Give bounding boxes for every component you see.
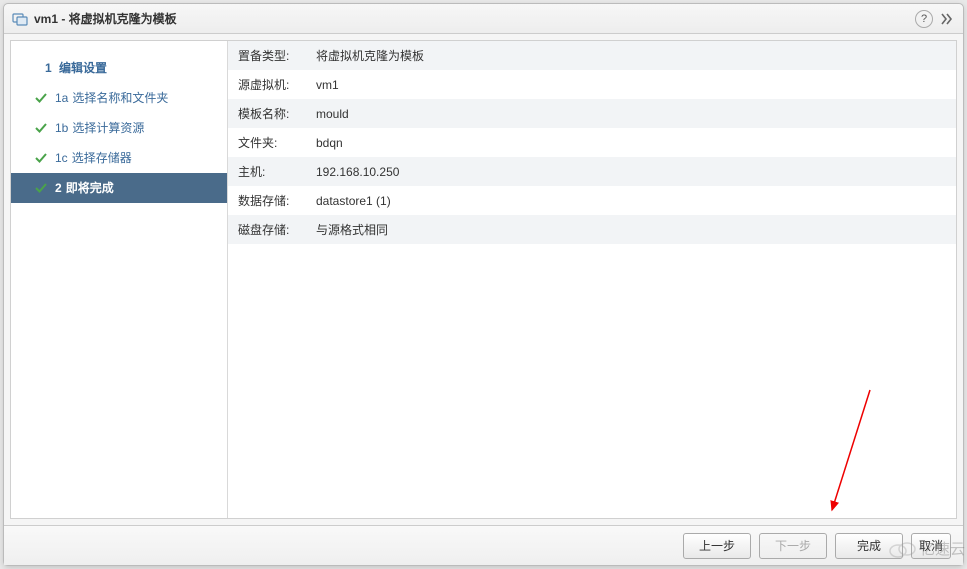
table-row: 模板名称:mould bbox=[228, 99, 956, 128]
table-row: 磁盘存储:与源格式相同 bbox=[228, 215, 956, 244]
step-label: 即将完成 bbox=[66, 177, 114, 199]
step-label: 选择存储器 bbox=[72, 147, 132, 169]
step-1a[interactable]: 1a 选择名称和文件夹 bbox=[11, 83, 227, 113]
summary-value: vm1 bbox=[306, 70, 956, 99]
finish-button[interactable]: 完成 bbox=[835, 533, 903, 559]
step-label: 选择名称和文件夹 bbox=[72, 87, 168, 109]
check-icon bbox=[33, 90, 49, 106]
step-2-active[interactable]: 2 即将完成 bbox=[11, 173, 227, 203]
summary-value: 将虚拟机克隆为模板 bbox=[306, 41, 956, 70]
table-row: 文件夹:bdqn bbox=[228, 128, 956, 157]
check-icon bbox=[33, 150, 49, 166]
summary-value: bdqn bbox=[306, 128, 956, 157]
step-num: 2 bbox=[55, 177, 62, 199]
summary-value: mould bbox=[306, 99, 956, 128]
expand-icon[interactable] bbox=[937, 10, 955, 28]
titlebar: vm1 - 将虚拟机克隆为模板 ? bbox=[4, 4, 963, 34]
next-button: 下一步 bbox=[759, 533, 827, 559]
summary-key: 数据存储: bbox=[228, 186, 306, 215]
step-num: 1a bbox=[55, 87, 68, 109]
summary-table: 置备类型:将虚拟机克隆为模板源虚拟机:vm1模板名称:mould文件夹:bdqn… bbox=[228, 41, 956, 244]
dialog-body: 1 编辑设置 1a 选择名称和文件夹 1b 选择计算资源 bbox=[10, 40, 957, 519]
step-1b[interactable]: 1b 选择计算资源 bbox=[11, 113, 227, 143]
table-row: 置备类型:将虚拟机克隆为模板 bbox=[228, 41, 956, 70]
summary-key: 源虚拟机: bbox=[228, 70, 306, 99]
dialog-title: vm1 - 将虚拟机克隆为模板 bbox=[34, 10, 911, 27]
summary-key: 文件夹: bbox=[228, 128, 306, 157]
step-group-1[interactable]: 1 编辑设置 bbox=[11, 53, 227, 83]
dialog-footer: 上一步 下一步 完成 取消 bbox=[4, 525, 963, 565]
table-row: 数据存储:datastore1 (1) bbox=[228, 186, 956, 215]
step-group-label: 编辑设置 bbox=[59, 61, 107, 75]
step-num: 1b bbox=[55, 117, 68, 139]
step-label: 选择计算资源 bbox=[72, 117, 144, 139]
check-icon bbox=[33, 180, 49, 196]
check-icon bbox=[33, 120, 49, 136]
wizard-dialog: vm1 - 将虚拟机克隆为模板 ? 1 编辑设置 1a 选择名称和文件夹 bbox=[3, 3, 964, 566]
back-button[interactable]: 上一步 bbox=[683, 533, 751, 559]
summary-key: 置备类型: bbox=[228, 41, 306, 70]
summary-key: 主机: bbox=[228, 157, 306, 186]
summary-value: datastore1 (1) bbox=[306, 186, 956, 215]
cancel-button[interactable]: 取消 bbox=[911, 533, 951, 559]
step-1c[interactable]: 1c 选择存储器 bbox=[11, 143, 227, 173]
step-num: 1c bbox=[55, 147, 68, 169]
summary-value: 与源格式相同 bbox=[306, 215, 956, 244]
summary-key: 磁盘存储: bbox=[228, 215, 306, 244]
table-row: 源虚拟机:vm1 bbox=[228, 70, 956, 99]
summary-value: 192.168.10.250 bbox=[306, 157, 956, 186]
summary-panel: 置备类型:将虚拟机克隆为模板源虚拟机:vm1模板名称:mould文件夹:bdqn… bbox=[228, 41, 956, 518]
step-group-num: 1 bbox=[45, 61, 52, 75]
vm-clone-icon bbox=[12, 11, 28, 27]
table-row: 主机:192.168.10.250 bbox=[228, 157, 956, 186]
help-icon[interactable]: ? bbox=[915, 10, 933, 28]
summary-key: 模板名称: bbox=[228, 99, 306, 128]
wizard-sidebar: 1 编辑设置 1a 选择名称和文件夹 1b 选择计算资源 bbox=[11, 41, 228, 518]
